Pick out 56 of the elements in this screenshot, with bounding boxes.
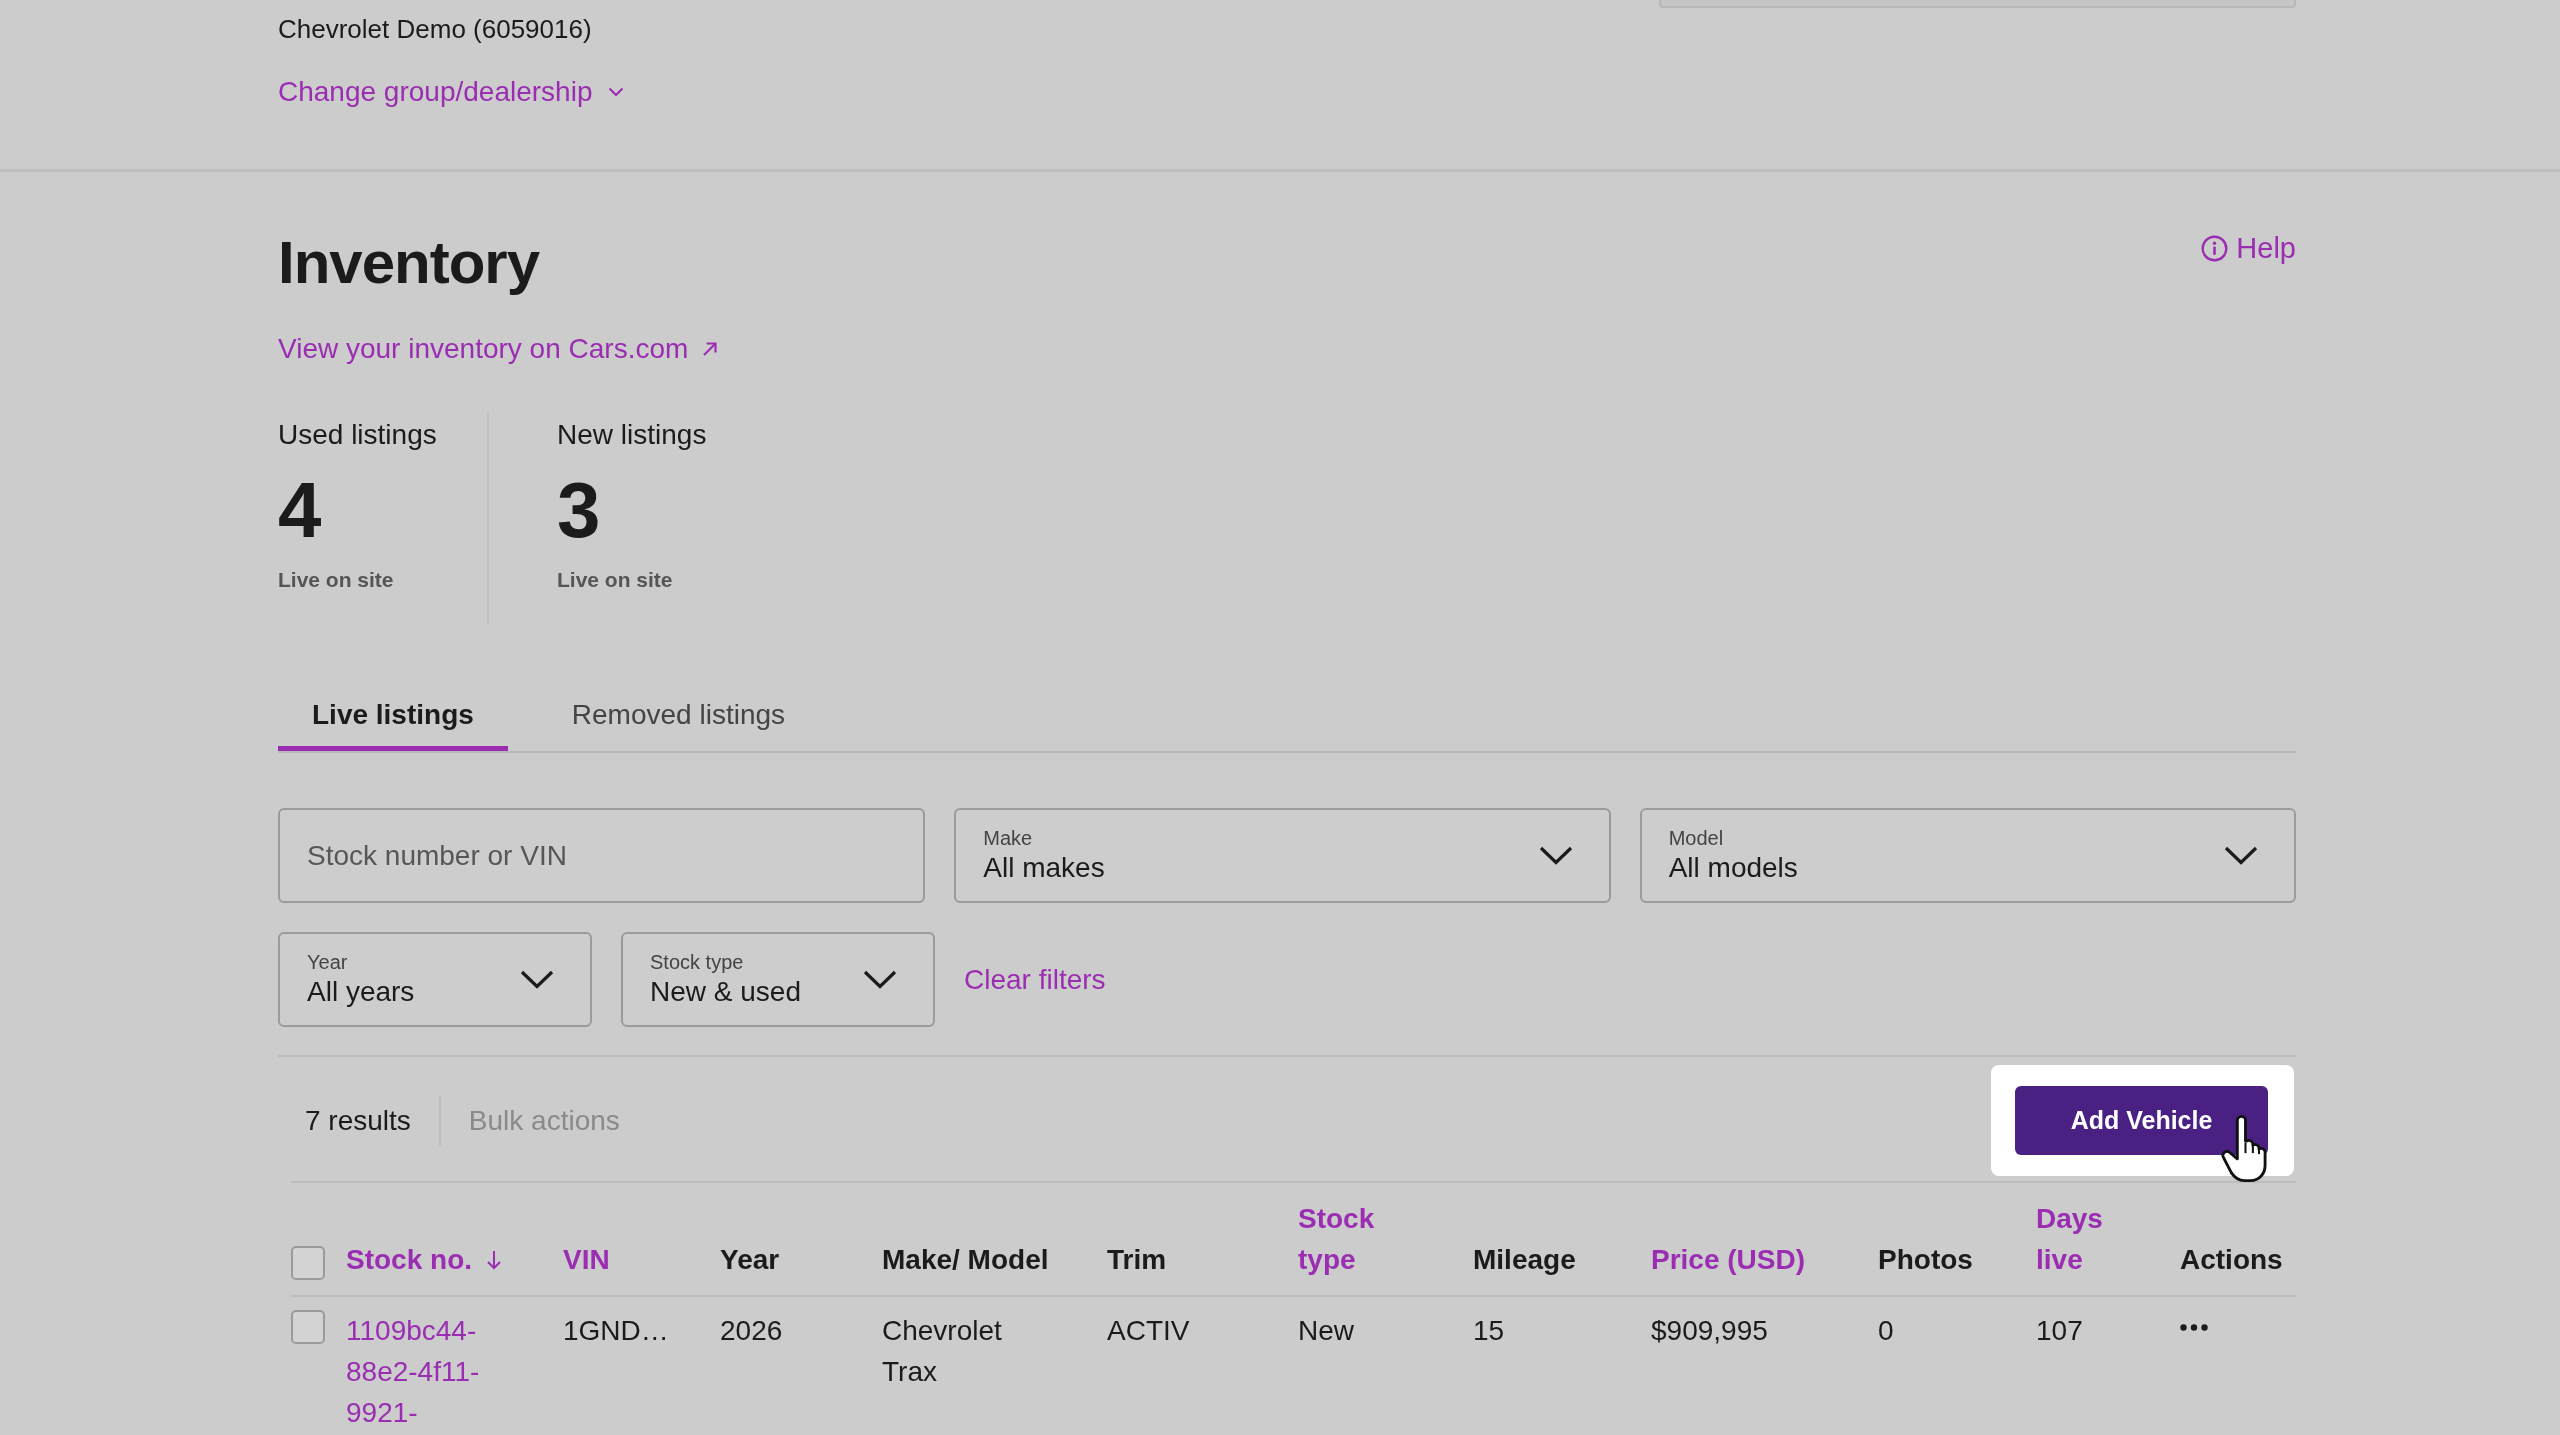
table-cell: 2026	[720, 1296, 882, 1433]
chevron-down-icon	[2224, 846, 2258, 865]
page-title: Inventory	[278, 228, 540, 298]
dropdown-field[interactable]: Make All makes	[954, 808, 1611, 903]
stat-label: Used listings	[278, 418, 438, 452]
search-field[interactable]: Stock number or VIN	[278, 808, 926, 903]
sort-column-link[interactable]: Stock no.	[346, 1239, 502, 1280]
account-name: Chevrolet Demo (6059016)	[278, 13, 593, 46]
sort-column-link[interactable]: Price (USD)	[1651, 1239, 1806, 1280]
change-dealership-link[interactable]: Change group/dealership	[278, 74, 625, 110]
checkbox[interactable]	[291, 1310, 325, 1344]
table-cell: $909,995	[1651, 1296, 1878, 1433]
sort-column-link[interactable]: Days live	[2036, 1198, 2132, 1280]
table-cell: 15	[1473, 1296, 1651, 1433]
table-cell: ACTIV	[1107, 1296, 1298, 1433]
field-label: Make	[983, 825, 1034, 850]
field-label: Model	[1668, 825, 1725, 850]
tab[interactable]: Live listings	[278, 678, 508, 751]
stock-number-link[interactable]: 1109bc44-88e2-4f11-9921-	[346, 1310, 515, 1433]
column-header: Trim	[1107, 1183, 1298, 1296]
chevron-down-icon	[1538, 846, 1573, 865]
column-header: Photos	[1878, 1183, 2036, 1296]
stat-value: 3	[557, 471, 602, 549]
tab[interactable]: Removed listings	[537, 678, 820, 751]
table-cell: 107	[2036, 1296, 2180, 1433]
stat-caption: Live on site	[278, 567, 395, 593]
table-cell: 1GND…	[563, 1296, 720, 1433]
column-header: Year	[720, 1183, 882, 1296]
arrow-down-icon	[486, 1249, 502, 1270]
column-header: Make/ Model	[882, 1183, 1107, 1296]
column-header: Actions	[2180, 1183, 2296, 1296]
chevron-down-icon	[520, 970, 554, 989]
results-count: 7 results	[305, 1104, 411, 1138]
help-link[interactable]: Help	[2201, 230, 2296, 266]
stat-value: 4	[278, 471, 323, 549]
clear-filters-link[interactable]: Clear filters	[964, 961, 1106, 998]
checkbox[interactable]	[291, 1246, 325, 1280]
field-label: Year	[307, 949, 349, 974]
dropdown-field[interactable]: Stock type New & used	[621, 932, 935, 1027]
stat-caption: Live on site	[557, 567, 674, 593]
sort-column-link[interactable]: Stock type	[1298, 1198, 1425, 1280]
chevron-down-icon	[863, 970, 897, 989]
table-cell: 0	[1878, 1296, 2036, 1433]
table-cell: New	[1298, 1296, 1473, 1433]
chevron-down-icon	[608, 87, 625, 97]
stat-label: New listings	[557, 418, 707, 452]
view-inventory-link[interactable]: View your inventory on Cars.com	[278, 331, 719, 367]
field-label: Stock type	[650, 949, 745, 974]
column-header: Mileage	[1473, 1183, 1651, 1296]
more-options-icon[interactable]	[2180, 1324, 2208, 1331]
arrow-up-right-icon	[702, 341, 719, 357]
table-cell: Chevrolet Trax	[882, 1296, 1107, 1433]
dropdown-field[interactable]: Year All years	[278, 932, 592, 1027]
sort-column-link[interactable]: VIN	[563, 1239, 610, 1280]
dropdown-field[interactable]: Model All models	[1639, 808, 2296, 903]
info-icon	[2201, 234, 2229, 262]
